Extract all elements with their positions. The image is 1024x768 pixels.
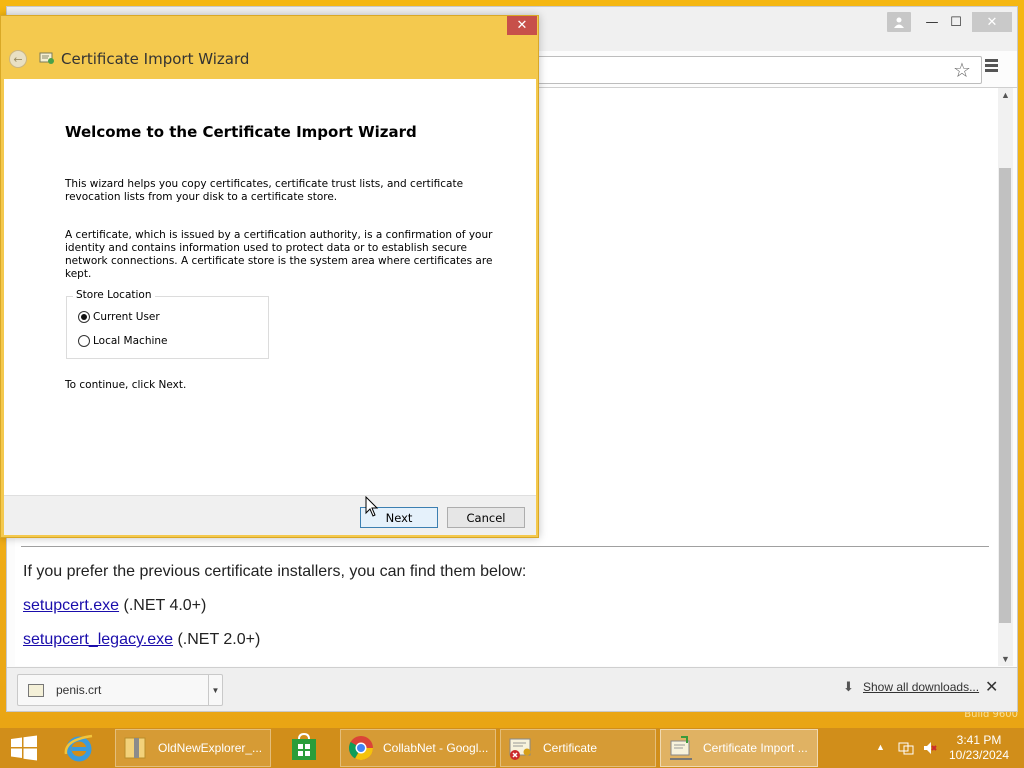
certificate-icon (39, 52, 54, 64)
chevron-down-icon[interactable]: ▼ (208, 675, 222, 705)
setupcert-link[interactable]: setupcert.exe (23, 597, 119, 614)
prefer-text: If you prefer the previous certificate i… (23, 563, 527, 580)
taskbar-item-label: OldNewExplorer_... (158, 741, 263, 755)
show-all-downloads-link[interactable]: Show all downloads... (863, 680, 979, 694)
continue-instruction: To continue, click Next. (65, 379, 187, 391)
certificate-import-wizard-dialog: ✕ ← Certificate Import Wizard Welcome to… (0, 15, 539, 538)
certificate-icon (509, 738, 531, 760)
taskbar-item-certificate[interactable]: Certificate (500, 729, 656, 767)
close-window-button[interactable]: ✕ (972, 12, 1012, 32)
scroll-thumb[interactable] (999, 168, 1011, 623)
volume-muted-icon[interactable] (922, 740, 938, 756)
download-arrow-icon: ⬇ (843, 679, 854, 694)
back-arrow-icon[interactable]: ← (9, 50, 27, 68)
network-icon[interactable] (898, 740, 914, 756)
certificate-file-icon (28, 684, 44, 697)
certificate-wizard-icon (670, 736, 692, 760)
downloads-bar: penis.crt ▼ ⬇ Show all downloads... ✕ (7, 667, 1017, 711)
mouse-cursor-icon (365, 496, 379, 517)
chrome-menu-icon[interactable] (985, 59, 1001, 79)
horizontal-rule (21, 546, 989, 547)
local-machine-radio[interactable]: Local Machine (78, 335, 168, 347)
folder-icon (124, 737, 146, 759)
vertical-scrollbar[interactable]: ▲ ▼ (998, 88, 1013, 666)
radio-selected-icon[interactable] (78, 311, 90, 323)
dialog-title: Certificate Import Wizard (61, 50, 250, 68)
cancel-button[interactable]: Cancel (447, 507, 525, 528)
bookmark-star-icon[interactable]: ☆ (953, 58, 971, 82)
clock-date: 10/23/2024 (948, 748, 1010, 762)
taskbar-item-label: CollabNet - Googl... (383, 741, 489, 755)
user-profile-button[interactable] (887, 12, 911, 32)
taskbar: OldNewExplorer_... CollabNet - Googl... … (0, 728, 1024, 768)
link-suffix: (.NET 4.0+) (119, 597, 207, 614)
link-suffix: (.NET 2.0+) (173, 631, 261, 648)
show-hidden-icons-icon[interactable]: ▲ (876, 742, 885, 752)
taskbar-item-label: Certificate Import ... (703, 741, 808, 755)
radio-label: Current User (93, 311, 160, 323)
chrome-icon (348, 736, 373, 761)
store-icon[interactable] (289, 733, 319, 763)
wizard-heading: Welcome to the Certificate Import Wizard (65, 123, 417, 141)
system-clock[interactable]: 3:41 PM 10/23/2024 (944, 733, 1014, 763)
taskbar-item-oldnewexplorer[interactable]: OldNewExplorer_... (115, 729, 271, 767)
setupcert-legacy-link[interactable]: setupcert_legacy.exe (23, 631, 173, 648)
taskbar-item-label: Certificate (543, 741, 598, 755)
internet-explorer-icon[interactable] (62, 732, 96, 764)
store-location-legend: Store Location (73, 289, 155, 301)
scroll-up-arrow-icon[interactable]: ▲ (1001, 90, 1010, 100)
radio-unselected-icon[interactable] (78, 335, 90, 347)
radio-label: Local Machine (93, 335, 168, 347)
windows-start-icon[interactable] (8, 734, 40, 762)
wizard-footer: Next Cancel (4, 495, 536, 535)
wizard-body: Welcome to the Certificate Import Wizard… (4, 79, 536, 495)
download-file-name: penis.crt (56, 683, 102, 697)
close-downloads-bar-button[interactable]: ✕ (985, 677, 998, 697)
clock-time: 3:41 PM (956, 733, 1002, 747)
taskbar-item-chrome[interactable]: CollabNet - Googl... (340, 729, 496, 767)
wizard-description-text: A certificate, which is issued by a cert… (65, 229, 493, 280)
store-location-group: Store Location Current User Local Machin… (66, 289, 269, 359)
address-bar[interactable] (537, 56, 982, 84)
wizard-intro-text: This wizard helps you copy certificates,… (65, 178, 464, 203)
download-item[interactable]: penis.crt ▼ (17, 674, 223, 706)
minimize-button[interactable]: — (921, 12, 943, 32)
download-line: setupcert.exe (.NET 4.0+) (23, 597, 206, 615)
current-user-radio[interactable]: Current User (78, 311, 160, 323)
taskbar-item-certificate-import[interactable]: Certificate Import ... (660, 729, 818, 767)
user-icon (894, 17, 904, 28)
scroll-down-arrow-icon[interactable]: ▼ (1001, 654, 1010, 664)
maximize-button[interactable]: ☐ (945, 12, 967, 32)
close-dialog-button[interactable]: ✕ (507, 16, 537, 35)
download-line: setupcert_legacy.exe (.NET 2.0+) (23, 631, 260, 649)
